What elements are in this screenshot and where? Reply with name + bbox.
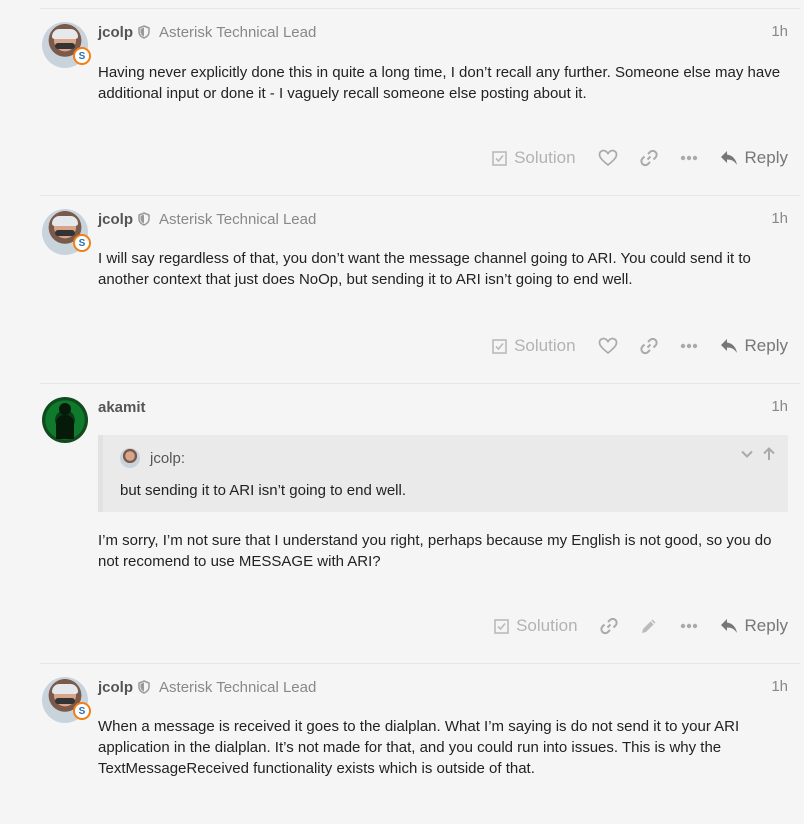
link-icon (599, 617, 618, 635)
quote-block: jcolp: but sending it to ARI isn’t going… (98, 435, 788, 512)
staff-badge-icon: S (73, 702, 91, 720)
quote-text: but sending it to ARI isn’t going to end… (120, 482, 407, 499)
post-actions: Solution Reply (470, 146, 788, 170)
ellipsis-icon (680, 155, 697, 161)
user-title: Asterisk Technical Lead (159, 23, 317, 41)
checkbox-icon (494, 618, 509, 634)
quote-controls (740, 447, 776, 461)
more-options-button[interactable] (680, 155, 698, 161)
like-button[interactable] (598, 337, 618, 355)
post-body: When a message is received it goes to th… (98, 716, 790, 779)
username[interactable]: jcolp (98, 211, 133, 228)
post-body: I will say regardless of that, you don’t… (98, 248, 790, 290)
solution-label: Solution (514, 148, 576, 167)
quote-header: jcolp: (120, 448, 185, 468)
solution-button[interactable]: Solution (492, 336, 576, 356)
checkbox-icon (492, 338, 507, 354)
quote-author: jcolp: (150, 449, 186, 467)
shield-icon (138, 680, 150, 694)
reply-button[interactable]: Reply (720, 616, 788, 636)
like-button[interactable] (598, 149, 618, 167)
reply-label: Reply (744, 148, 788, 167)
user-title: Asterisk Technical Lead (159, 678, 317, 696)
avatar[interactable]: S (42, 209, 91, 255)
shield-icon (138, 25, 150, 39)
copy-link-button[interactable] (639, 149, 658, 167)
shield-icon (138, 212, 150, 226)
post-meta: akamit (98, 397, 146, 417)
arrow-up-icon[interactable] (762, 447, 776, 461)
quote-avatar (120, 448, 140, 468)
post-date[interactable]: 1h (771, 677, 788, 697)
post-paragraph: I will say regardless of that, you don’t… (98, 250, 751, 288)
more-options-button[interactable] (680, 623, 698, 629)
edit-button[interactable] (640, 617, 658, 635)
heart-icon (598, 149, 617, 167)
reply-button[interactable]: Reply (720, 336, 788, 356)
post-divider (40, 195, 800, 196)
reply-button[interactable]: Reply (720, 148, 788, 168)
username[interactable]: akamit (98, 399, 146, 416)
solution-label: Solution (516, 616, 578, 635)
post-paragraph: Having never explicitly done this in qui… (98, 64, 781, 102)
heart-icon (598, 337, 617, 355)
solution-button[interactable]: Solution (492, 148, 576, 168)
post-meta: jcolp Asterisk Technical Lead (98, 677, 316, 697)
pencil-icon (641, 619, 656, 633)
avatar[interactable] (42, 397, 88, 443)
link-icon (639, 337, 658, 355)
more-options-button[interactable] (680, 343, 698, 349)
reply-arrow-icon (720, 619, 737, 633)
username[interactable]: jcolp (98, 679, 133, 696)
post-date[interactable]: 1h (771, 22, 788, 42)
reply-label: Reply (744, 336, 788, 355)
post-actions: Solution Reply (472, 614, 788, 638)
copy-link-button[interactable] (639, 337, 658, 355)
post-meta: jcolp Asterisk Technical Lead (98, 209, 316, 229)
reply-label: Reply (744, 616, 788, 635)
avatar[interactable]: S (42, 22, 91, 68)
ellipsis-icon (680, 623, 697, 629)
post-actions: Solution Reply (470, 334, 788, 358)
post-body: Having never explicitly done this in qui… (98, 62, 790, 104)
post-divider (40, 663, 800, 664)
solution-button[interactable]: Solution (494, 616, 578, 636)
ellipsis-icon (680, 343, 697, 349)
post-body: I’m sorry, I’m not sure that I understan… (98, 530, 790, 572)
solution-label: Solution (514, 336, 576, 355)
post-divider (40, 8, 800, 9)
reply-arrow-icon (720, 151, 737, 165)
post-divider (40, 383, 800, 384)
post-meta: jcolp Asterisk Technical Lead (98, 22, 316, 42)
reply-arrow-icon (720, 339, 737, 353)
staff-badge-icon: S (73, 234, 91, 252)
link-icon (639, 149, 658, 167)
topic-stream: S jcolp Asterisk Technical Lead 1h Havin… (0, 0, 804, 824)
post-date[interactable]: 1h (771, 209, 788, 229)
chevron-down-icon[interactable] (740, 447, 754, 461)
user-title: Asterisk Technical Lead (159, 210, 317, 228)
staff-badge-icon: S (73, 47, 91, 65)
copy-link-button[interactable] (599, 617, 618, 635)
username[interactable]: jcolp (98, 24, 133, 41)
post-date[interactable]: 1h (771, 397, 788, 417)
post-paragraph: I’m sorry, I’m not sure that I understan… (98, 532, 772, 570)
avatar[interactable]: S (42, 677, 91, 723)
post-paragraph: When a message is received it goes to th… (98, 718, 740, 777)
checkbox-icon (492, 150, 507, 166)
